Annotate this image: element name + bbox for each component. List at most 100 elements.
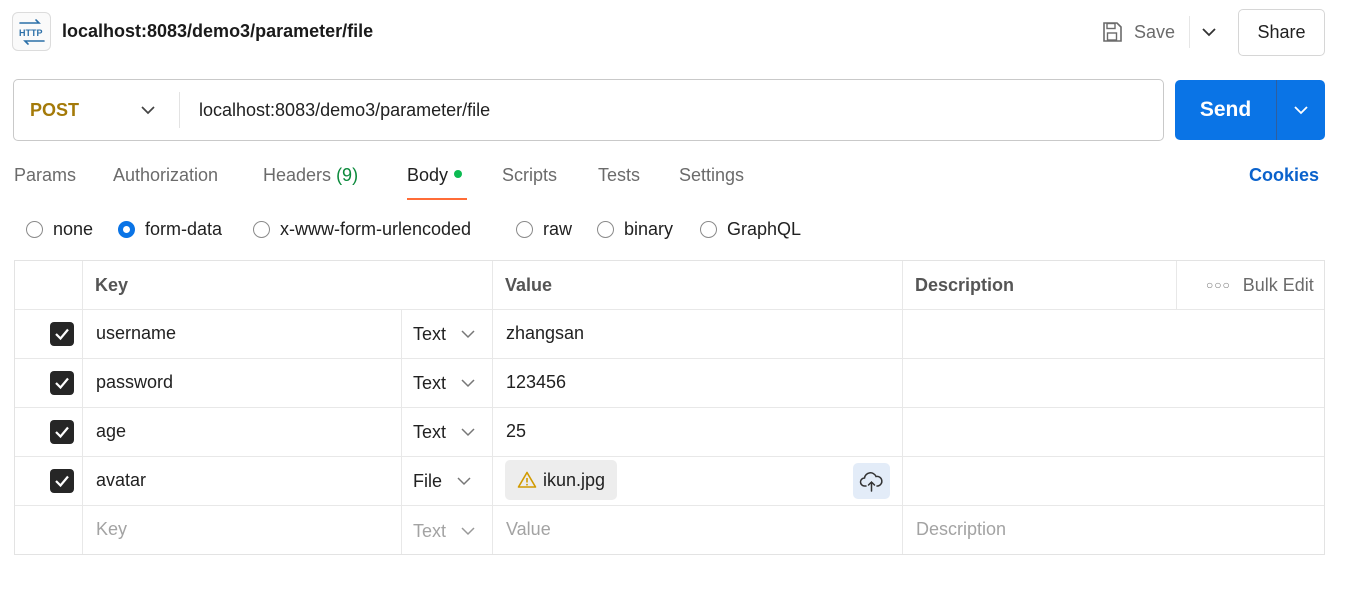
save-label: Save xyxy=(1134,21,1176,42)
chevron-down-icon xyxy=(461,527,475,536)
radio-raw-circle xyxy=(516,221,533,238)
row-key[interactable]: password xyxy=(96,358,173,406)
chevron-down-icon xyxy=(461,330,475,339)
table-divider xyxy=(15,358,1324,359)
save-icon xyxy=(1103,22,1122,42)
request-title: localhost:8083/demo3/parameter/file xyxy=(62,21,374,41)
send-button-group: Send xyxy=(1175,80,1325,140)
tab-body-label: Body xyxy=(407,165,449,185)
method-chevron-down-icon[interactable] xyxy=(139,101,157,119)
chevron-down-icon xyxy=(461,379,475,388)
tab-headers-label: Headers xyxy=(263,165,332,185)
share-button[interactable]: Share xyxy=(1238,9,1325,56)
radio-graphql[interactable]: GraphQL xyxy=(700,219,801,240)
tab-body[interactable]: Body xyxy=(407,165,463,186)
row-type-select[interactable]: Text xyxy=(413,359,476,407)
radio-graphql-label: GraphQL xyxy=(727,219,802,239)
file-chip[interactable]: ikun.jpg xyxy=(505,460,618,500)
save-options-chevron-down-icon[interactable] xyxy=(1199,22,1219,42)
tab-tests[interactable]: Tests xyxy=(598,165,640,186)
row-checkbox[interactable] xyxy=(50,420,74,444)
more-options-icon: ○○○ xyxy=(1206,278,1231,292)
chevron-down-icon xyxy=(457,477,471,486)
table-divider xyxy=(1176,261,1177,309)
cookies-link[interactable]: Cookies xyxy=(1249,165,1319,186)
column-header-description: Description xyxy=(915,274,1015,295)
url-input[interactable]: localhost:8083/demo3/parameter/file xyxy=(199,80,490,140)
column-header-key: Key xyxy=(95,274,129,295)
radio-form-data-label: form-data xyxy=(145,219,223,239)
method-select[interactable]: POST xyxy=(30,80,79,140)
radio-graphql-circle xyxy=(700,221,717,238)
radio-none-circle xyxy=(26,221,43,238)
radio-none-label: none xyxy=(53,219,94,239)
radio-binary-label: binary xyxy=(624,219,674,239)
send-button[interactable]: Send xyxy=(1175,80,1276,140)
row-type-label: Text xyxy=(413,323,447,344)
send-divider xyxy=(1276,80,1277,140)
table-divider xyxy=(492,261,493,554)
radio-urlencoded-label: x-www-form-urlencoded xyxy=(280,219,472,239)
radio-raw-label: raw xyxy=(543,219,573,239)
tab-authorization[interactable]: Authorization xyxy=(113,165,218,186)
http-app-icon: HTTP xyxy=(12,12,51,51)
row-value[interactable]: zhangsan xyxy=(506,309,584,357)
cloud-upload-icon xyxy=(859,472,883,492)
row-checkbox[interactable] xyxy=(50,469,74,493)
row-key[interactable]: username xyxy=(96,309,176,357)
tab-scripts[interactable]: Scripts xyxy=(502,165,557,186)
table-divider xyxy=(401,309,402,554)
radio-form-data[interactable]: form-data xyxy=(118,219,222,240)
save-divider xyxy=(1189,16,1190,48)
radio-urlencoded[interactable]: x-www-form-urlencoded xyxy=(253,219,471,240)
row-type-label: Text xyxy=(413,372,447,393)
table-divider xyxy=(15,456,1324,457)
new-description-input[interactable]: Description xyxy=(916,505,1006,553)
save-button[interactable]: Save xyxy=(1100,16,1175,48)
radio-binary-circle xyxy=(597,221,614,238)
row-type-label: Text xyxy=(413,421,447,442)
row-type-select[interactable]: File xyxy=(413,457,472,505)
headers-count-badge: (9) xyxy=(336,165,359,185)
radio-raw[interactable]: raw xyxy=(516,219,572,240)
row-type-select[interactable]: Text xyxy=(413,310,476,358)
row-value[interactable]: 123456 xyxy=(506,358,566,406)
upload-file-button[interactable] xyxy=(853,463,890,499)
url-divider xyxy=(179,92,180,128)
row-type-label: File xyxy=(413,470,443,491)
new-key-input[interactable]: Key xyxy=(96,505,127,553)
form-data-table: Key Value Description ○○○ Bulk Edit user… xyxy=(14,260,1325,555)
request-url-bar: POST localhost:8083/demo3/parameter/file xyxy=(13,79,1164,141)
radio-none[interactable]: none xyxy=(26,219,93,240)
table-divider xyxy=(15,505,1324,506)
row-checkbox[interactable] xyxy=(50,322,74,346)
body-indicator-dot xyxy=(454,170,463,179)
bulk-edit-label: Bulk Edit xyxy=(1242,274,1314,295)
radio-binary[interactable]: binary xyxy=(597,219,673,240)
new-value-input[interactable]: Value xyxy=(506,505,551,553)
table-divider xyxy=(15,309,1324,310)
row-type-select[interactable]: Text xyxy=(413,408,476,456)
warning-icon xyxy=(517,471,537,488)
row-key[interactable]: avatar xyxy=(96,456,146,504)
table-divider xyxy=(15,407,1324,408)
table-divider xyxy=(902,261,903,554)
row-key[interactable]: age xyxy=(96,407,126,455)
tab-settings[interactable]: Settings xyxy=(679,165,744,186)
radio-form-data-circle xyxy=(118,221,135,238)
active-tab-underline xyxy=(407,198,467,200)
new-type-select[interactable]: Text xyxy=(413,507,476,555)
svg-text:HTTP: HTTP xyxy=(19,28,43,38)
tab-params[interactable]: Params xyxy=(14,165,76,186)
table-divider xyxy=(82,261,83,554)
send-options-chevron-down-icon[interactable] xyxy=(1292,101,1310,119)
new-type-label: Text xyxy=(413,520,447,541)
file-name: ikun.jpg xyxy=(543,469,606,490)
bulk-edit-button[interactable]: ○○○ Bulk Edit xyxy=(1190,261,1314,309)
row-checkbox[interactable] xyxy=(50,371,74,395)
column-header-value: Value xyxy=(505,274,553,295)
row-value[interactable]: 25 xyxy=(506,407,526,455)
tab-headers[interactable]: Headers (9) xyxy=(263,165,358,186)
chevron-down-icon xyxy=(461,428,475,437)
radio-urlencoded-circle xyxy=(253,221,270,238)
